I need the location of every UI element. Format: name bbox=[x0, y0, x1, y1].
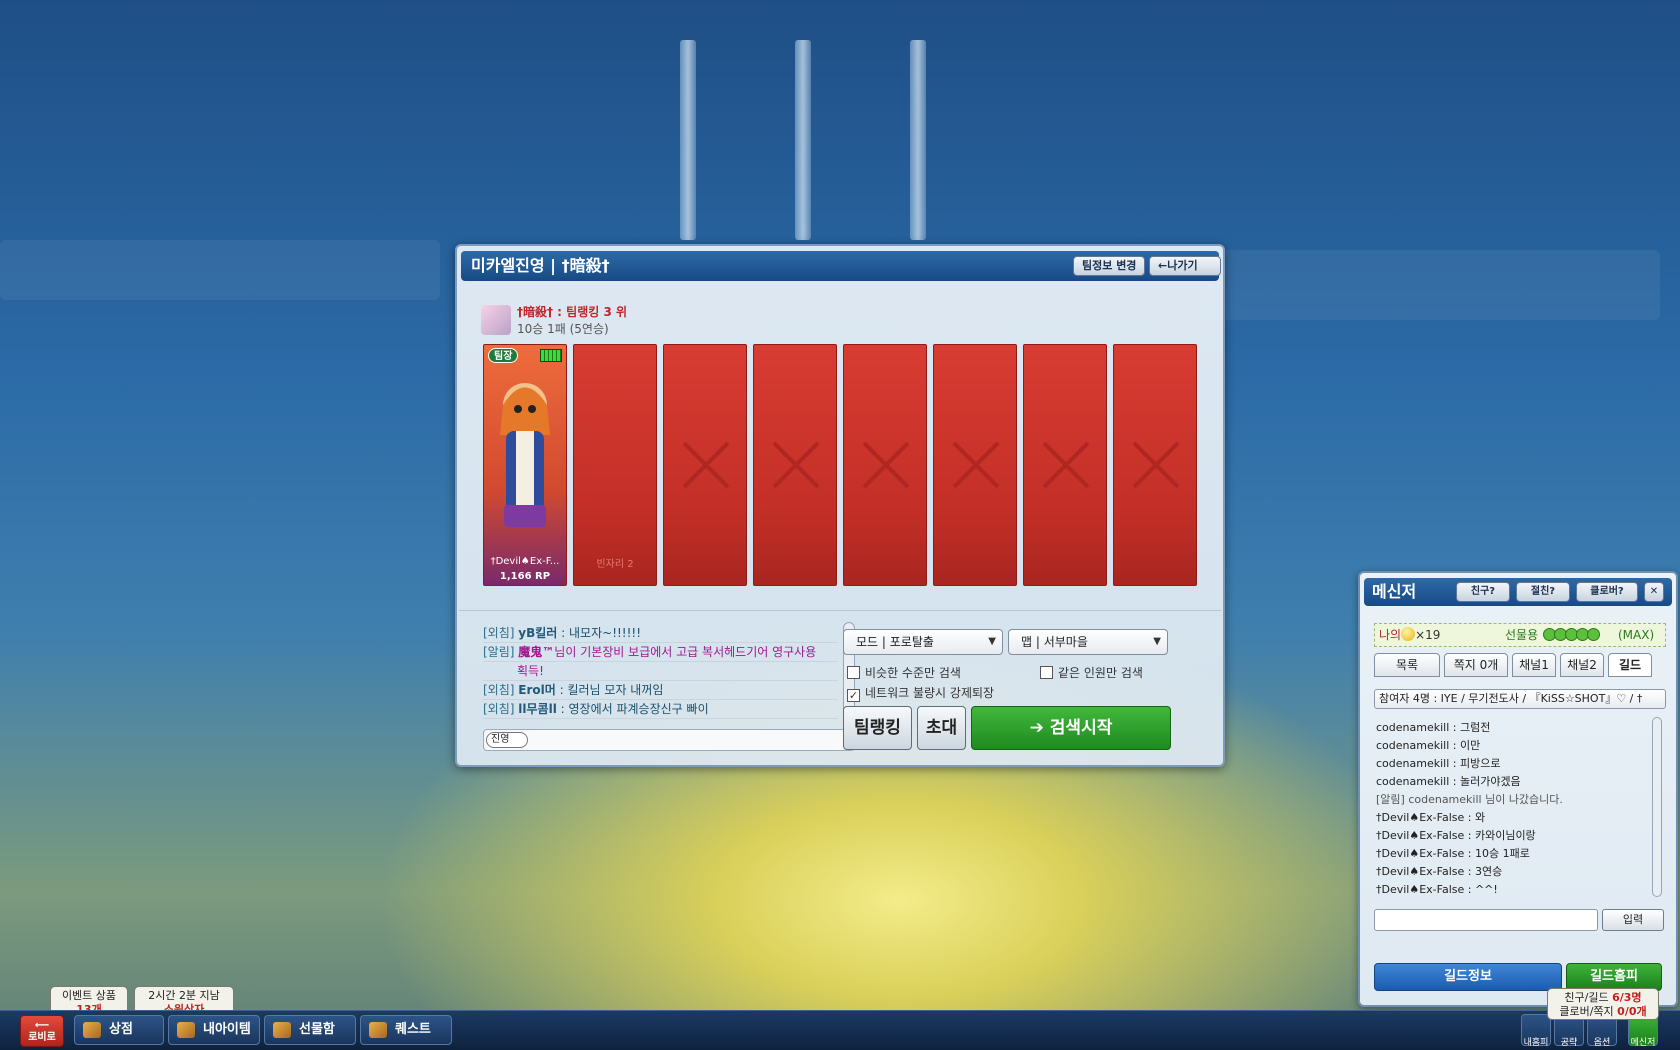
player-slot-7-closed[interactable] bbox=[1023, 344, 1107, 586]
background-shelf bbox=[0, 240, 440, 300]
player-slot-4-closed[interactable] bbox=[753, 344, 837, 586]
close-icon[interactable]: ✕ bbox=[1644, 582, 1664, 602]
items-icon bbox=[177, 1022, 195, 1038]
leader-badge: 팀장 bbox=[488, 348, 519, 363]
gift-clover-icons bbox=[1543, 624, 1600, 646]
exit-button[interactable]: ←나가기 bbox=[1149, 256, 1221, 276]
message-line: codenamekill : 놀러가야겠음 bbox=[1376, 775, 1521, 788]
clover-button[interactable]: 클로버? bbox=[1576, 582, 1638, 602]
send-button[interactable]: 입력 bbox=[1602, 909, 1664, 931]
message-line: codenamekill : 피방으로 bbox=[1376, 757, 1501, 770]
shop-icon bbox=[83, 1022, 101, 1038]
guild-home-button[interactable]: 길드홈피 bbox=[1566, 963, 1662, 991]
closed-slot-x-icon bbox=[771, 440, 821, 490]
connection-signal-icon bbox=[540, 349, 562, 362]
chat-input[interactable]: 진영 bbox=[483, 729, 855, 751]
message-line: codenamekill : 이만 bbox=[1376, 739, 1481, 752]
background-sword bbox=[910, 40, 926, 240]
gift-icon bbox=[273, 1022, 291, 1038]
closed-slot-x-icon bbox=[1041, 440, 1091, 490]
mode-select[interactable]: 모드 | 포로탈출 ▼ bbox=[843, 629, 1003, 655]
empty-slot-label: 빈자리 2 bbox=[596, 559, 634, 570]
team-record-text: 10승 1패 (5연승) bbox=[517, 322, 609, 336]
back-arrow-icon: ⟵ bbox=[34, 1020, 50, 1031]
room-window: 미카엘진영 | †暗殺† 팀정보 변경 ←나가기 †暗殺† : 팀랭킹 3 위 … bbox=[455, 244, 1225, 767]
tab-channel1[interactable]: 채널1 bbox=[1512, 653, 1556, 677]
participants-dropdown[interactable]: 참여자 4명 : IYE / 무기전도사 / 『KiSS☆SHOT』♡ / † bbox=[1374, 689, 1666, 709]
home-page-icon[interactable]: 내홈피 bbox=[1521, 1014, 1551, 1048]
tab-list[interactable]: 목록 bbox=[1374, 653, 1440, 677]
closed-slot-x-icon bbox=[681, 440, 731, 490]
message-line: codenamekill : 그럼전 bbox=[1376, 721, 1491, 734]
message-line: †Devil♠Ex-False : 10승 1패로 bbox=[1376, 847, 1530, 860]
friend-button[interactable]: 친구? bbox=[1456, 582, 1510, 602]
player-rp: 1,166 RP bbox=[499, 571, 551, 582]
team-rank-text: †暗殺† : 팀랭킹 3 위 bbox=[517, 305, 628, 319]
background-sword bbox=[680, 40, 696, 240]
chevron-down-icon: ▼ bbox=[1153, 636, 1161, 647]
invite-button[interactable]: 초대 bbox=[917, 706, 966, 750]
chat-line: [외침] Erol머 : 킬러님 모자 내꺼임 bbox=[483, 681, 838, 700]
player-slot-1[interactable]: 팀장 †Devil♠Ex-F... 1,166 RP bbox=[483, 344, 567, 586]
team-rank-button[interactable]: 팀랭킹 bbox=[843, 706, 912, 750]
friend-status-tooltip: 친구/길드 6/3명 클로버/쪽지 0/0개 bbox=[1547, 988, 1659, 1020]
same-count-checkbox[interactable]: 같은 인원만 검색 bbox=[1040, 664, 1143, 681]
clover-gift-bar: 나의 ×19 선물용 (MAX) bbox=[1374, 623, 1666, 647]
chat-line: [외침] ll무콤ll : 영장에서 파계승장신구 빠이 bbox=[483, 700, 838, 719]
room-title: 미카엘진영 | †暗殺† bbox=[471, 256, 610, 275]
player-slot-8-closed[interactable] bbox=[1113, 344, 1197, 586]
player-slot-5-closed[interactable] bbox=[843, 344, 927, 586]
room-chat-log: [외침] yB킬러 : 내모자~!!!!!! [알림] 魔鬼™님이 기본장비 보… bbox=[483, 624, 838, 724]
shop-button[interactable]: 상점 bbox=[74, 1015, 164, 1045]
messenger-tabs: 목록 쪽지 0개 채널1 채널2 길드 bbox=[1374, 653, 1666, 677]
closed-slot-x-icon bbox=[951, 440, 1001, 490]
messenger-input[interactable] bbox=[1374, 909, 1598, 931]
tab-channel2[interactable]: 채널2 bbox=[1560, 653, 1604, 677]
background-sword bbox=[795, 40, 811, 240]
gift-box-button[interactable]: 선물함 bbox=[264, 1015, 356, 1045]
player-name: †Devil♠Ex-F... bbox=[490, 556, 560, 567]
messenger-title: 메신저 bbox=[1372, 582, 1417, 601]
messenger-window: 메신저 친구? 절친? 클로버? ✕ 나의 ×19 선물용 (MAX) 목록 쪽지… bbox=[1358, 571, 1678, 1007]
quest-button[interactable]: 퀘스트 bbox=[360, 1015, 452, 1045]
close-friend-button[interactable]: 절친? bbox=[1516, 582, 1570, 602]
bottom-bar: ⟵ 로비로 상점 내아이템 선물함 퀘스트 bbox=[0, 1010, 1680, 1050]
clover-coin-icon bbox=[1401, 627, 1416, 641]
similar-level-checkbox[interactable]: 비슷한 수준만 검색 bbox=[847, 664, 961, 681]
map-select[interactable]: 맵 | 서부마을 ▼ bbox=[1008, 629, 1168, 655]
background-shelf bbox=[1200, 250, 1660, 320]
my-items-button[interactable]: 내아이템 bbox=[168, 1015, 260, 1045]
chat-line: 획득! bbox=[483, 662, 838, 681]
change-team-info-button[interactable]: 팀정보 변경 bbox=[1073, 256, 1146, 276]
chevron-down-icon: ▼ bbox=[988, 636, 996, 647]
lobby-button[interactable]: ⟵ 로비로 bbox=[20, 1015, 64, 1047]
messenger-scrollbar[interactable] bbox=[1652, 717, 1662, 897]
message-line: †Devil♠Ex-False : ^^! bbox=[1376, 883, 1498, 896]
messenger-title-bar: 메신저 친구? 절친? 클로버? ✕ bbox=[1364, 578, 1672, 606]
quest-icon bbox=[369, 1022, 387, 1038]
team-emblem-icon bbox=[481, 305, 511, 335]
player-avatar bbox=[500, 383, 550, 527]
closed-slot-x-icon bbox=[861, 440, 911, 490]
room-title-bar: 미카엘진영 | †暗殺† 팀정보 변경 ←나가기 bbox=[461, 251, 1221, 281]
guild-info-button[interactable]: 길드정보 bbox=[1374, 963, 1562, 991]
network-kick-checkbox[interactable]: ✓ 네트워크 불량시 강제퇴장 bbox=[847, 684, 994, 702]
tab-guild[interactable]: 길드 bbox=[1608, 653, 1652, 677]
chat-line: [알림] 魔鬼™님이 기본장비 보급에서 고급 복서헤드기어 영구사용 bbox=[483, 643, 838, 662]
tab-notes[interactable]: 쪽지 0개 bbox=[1444, 653, 1508, 677]
message-line: †Devil♠Ex-False : 카와이님이랑 bbox=[1376, 829, 1536, 842]
chat-line: [외침] yB킬러 : 내모자~!!!!!! bbox=[483, 624, 838, 643]
chat-channel-select[interactable]: 진영 bbox=[486, 732, 529, 748]
player-slot-2[interactable]: 빈자리 2 bbox=[573, 344, 657, 586]
closed-slot-x-icon bbox=[1131, 440, 1181, 490]
player-slot-3-closed[interactable] bbox=[663, 344, 747, 586]
message-line: [알림] codenamekill 님이 나갔습니다. bbox=[1376, 793, 1563, 806]
message-line: †Devil♠Ex-False : 와 bbox=[1376, 811, 1486, 824]
start-search-button[interactable]: ➔ 검색시작 bbox=[971, 706, 1171, 750]
divider bbox=[459, 610, 1221, 611]
player-slot-6-closed[interactable] bbox=[933, 344, 1017, 586]
messenger-chat-log: codenamekill : 그럼전 codenamekill : 이만 cod… bbox=[1376, 719, 1646, 899]
message-line: †Devil♠Ex-False : 3연승 bbox=[1376, 865, 1503, 878]
